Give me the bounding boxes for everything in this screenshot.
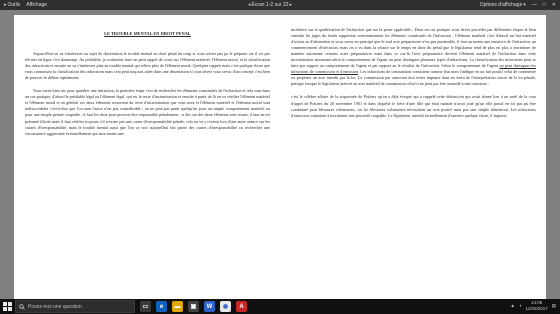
volume-icon[interactable]: ◖ — [519, 303, 522, 308]
network-icon[interactable]: ▲ — [510, 303, 514, 308]
tools-label: Outils — [7, 2, 21, 8]
search-icon — [19, 303, 25, 310]
view-options-menu[interactable]: Options d'affichage ▾ — [480, 0, 526, 10]
document-title: LE TROUBLE MENTAL EN DROIT PENAL — [104, 31, 191, 36]
acrobat-icon[interactable]: A — [236, 301, 247, 312]
store-icon[interactable]: ▣ — [188, 301, 199, 312]
page-indicator[interactable]: ◂ Écran 1-2 sur 32 ▸ — [248, 0, 292, 10]
clock[interactable]: 14:05 11/03/2017 — [526, 300, 548, 311]
windows-start-icon[interactable] — [2, 301, 13, 312]
word-app-icon[interactable]: W — [204, 301, 215, 312]
paragraph: incidence sur la qualification de l'infr… — [291, 27, 536, 87]
view-menu[interactable]: Affichage — [26, 0, 47, 10]
edge-browser-icon[interactable]: e — [156, 301, 167, 312]
taskbar-search[interactable]: Posez-moi une question — [15, 300, 135, 313]
close-icon[interactable]: ✕ — [552, 0, 556, 10]
search-placeholder: Posez-moi une question — [28, 303, 82, 310]
file-explorer-icon[interactable]: ▬ — [172, 301, 183, 312]
maximize-icon[interactable]: □ — [543, 0, 546, 10]
page-label: Écran 1-2 sur 32 — [251, 2, 289, 8]
chevron-down-icon: ▾ — [523, 2, 526, 8]
reader-toolbar: ▸ Outils Affichage ◂ Écran 1-2 sur 32 ▸ … — [0, 0, 560, 10]
back-arrow-icon[interactable]: ◂ — [248, 0, 251, 10]
tools-arrow-icon: ▸ — [4, 2, 7, 8]
view-label: Affichage — [26, 2, 48, 8]
task-view-icon[interactable]: ▭ — [140, 301, 151, 312]
chrome-icon[interactable]: ◉ — [220, 301, 231, 312]
paragraph: Aujourd'hui on va s'intéresser au sujet … — [25, 51, 270, 81]
notifications-icon[interactable]: ▤ — [552, 303, 556, 309]
paragraph: c'est le célèbre affaire de la séquestré… — [291, 94, 536, 118]
document-page-right: incidence sur la qualification de l'infr… — [280, 15, 546, 299]
document-reader-window: ▸ Outils Affichage ◂ Écran 1-2 sur 32 ▸ … — [0, 0, 560, 314]
paragraph-text: incidence sur la qualification de l'infr… — [291, 27, 536, 69]
clock-date: 11/03/2017 — [525, 305, 548, 311]
paragraph: Vous savez bien sûr pour qualifier une i… — [25, 88, 270, 136]
minimize-icon[interactable]: — — [532, 0, 537, 10]
document-page-left: LE TROUBLE MENTAL EN DROIT PENAL Aujourd… — [14, 15, 280, 299]
tools-menu[interactable]: ▸ Outils — [4, 0, 20, 10]
options-label: Options d'affichage — [479, 2, 523, 8]
taskbar: Posez-moi une question ▭ e ▬ ▣ W ◉ A ▲ ◖… — [0, 299, 560, 314]
forward-arrow-icon[interactable]: ▸ — [289, 0, 292, 10]
